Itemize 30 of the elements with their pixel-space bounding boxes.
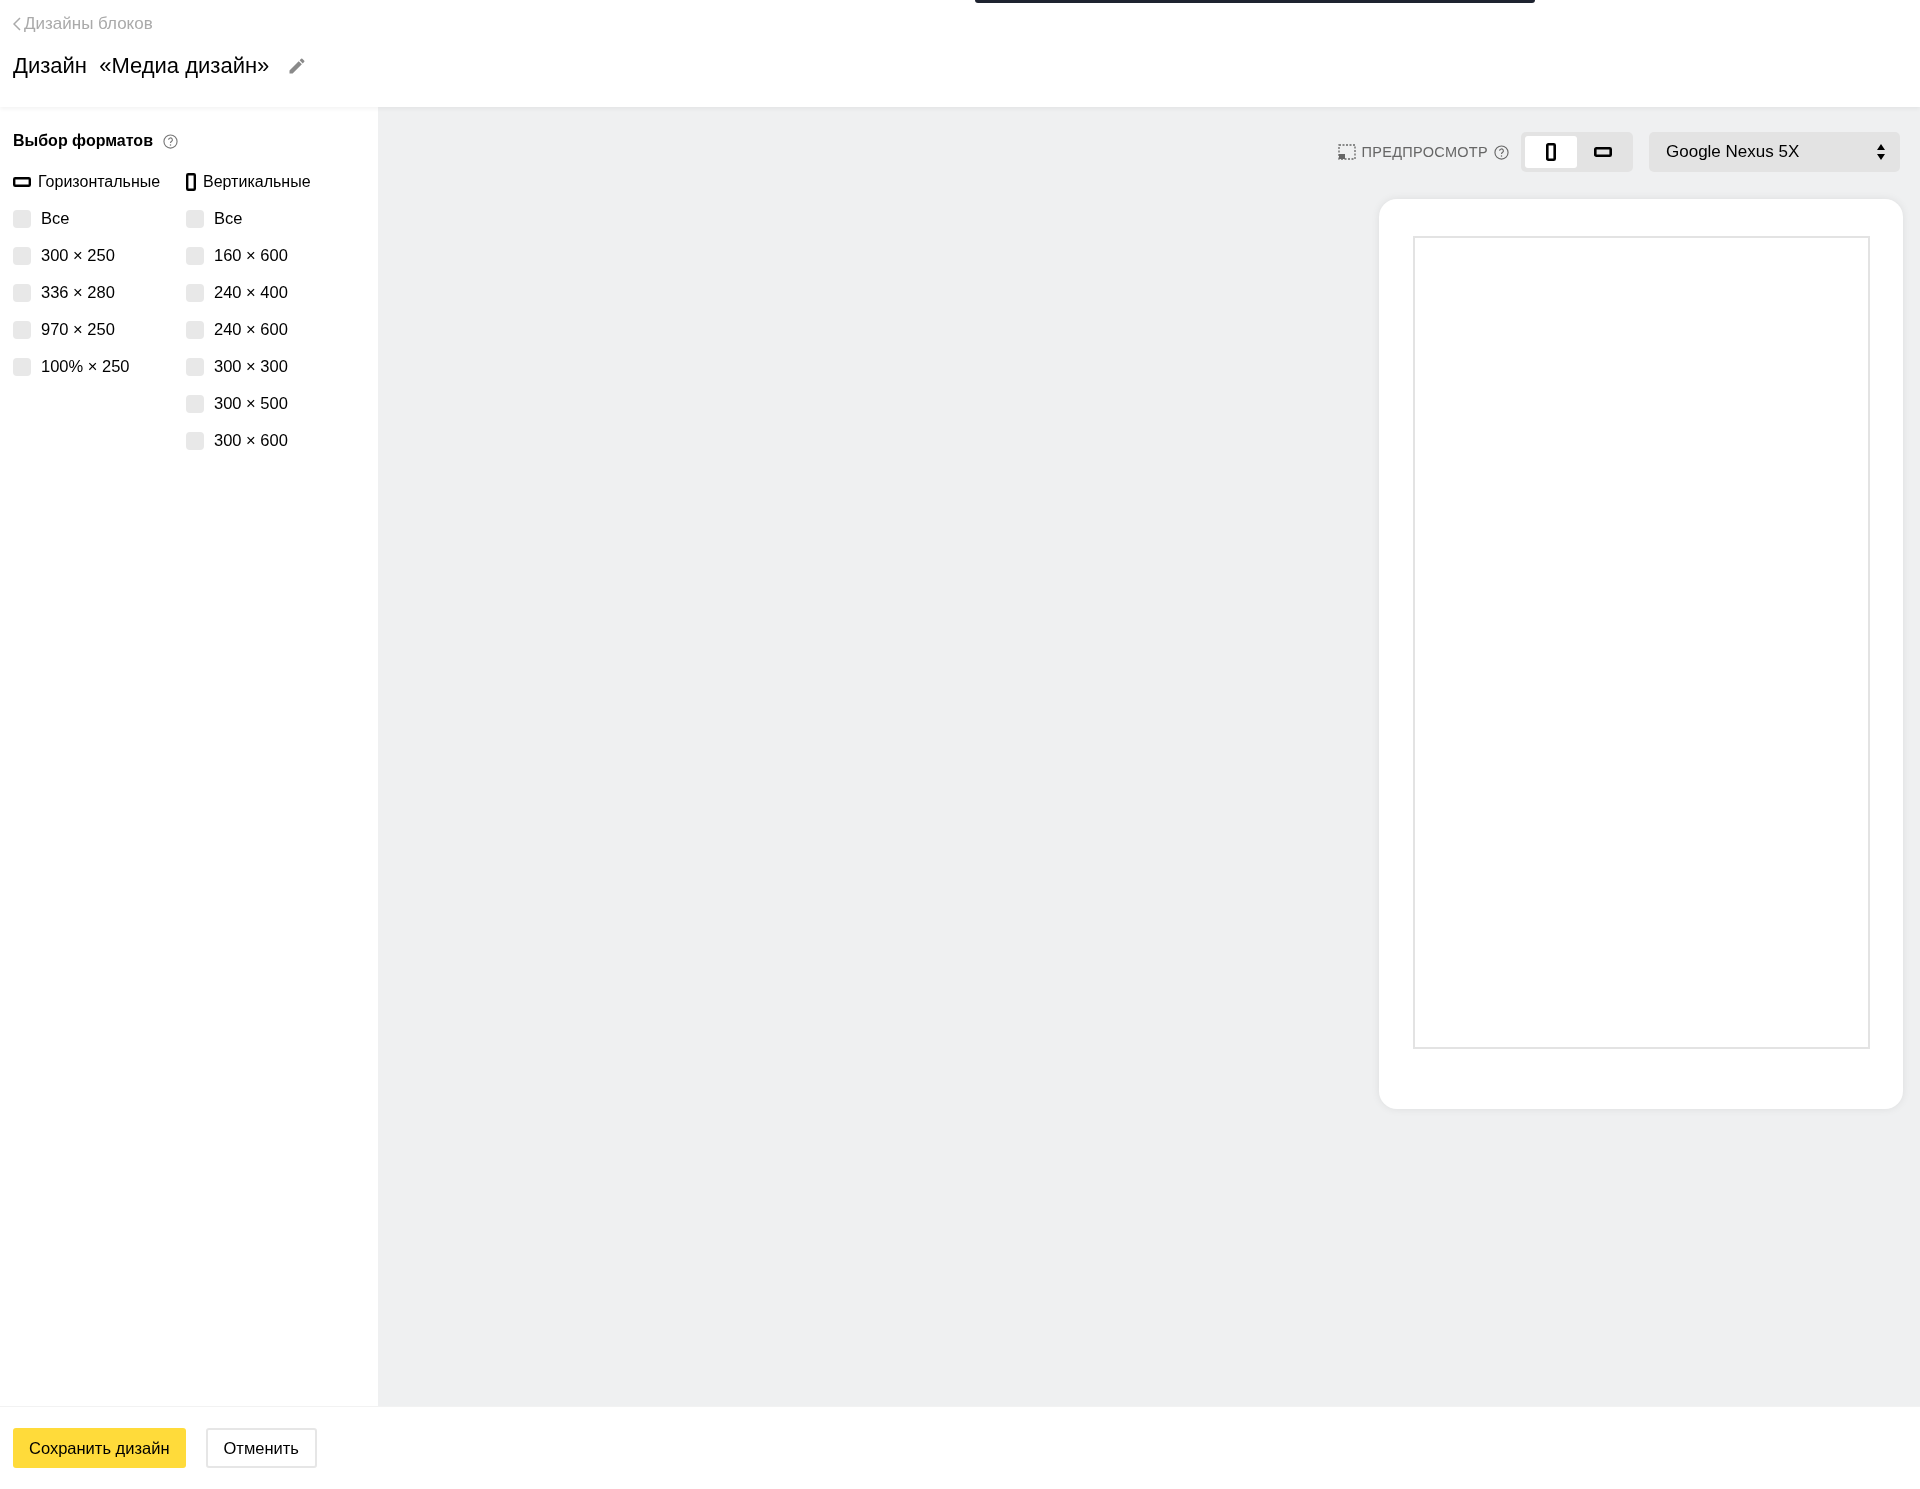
cancel-button[interactable]: Отменить (205, 1428, 317, 1468)
checkbox-label: 300 × 300 (214, 357, 288, 376)
landscape-rect-icon (13, 177, 31, 187)
checkbox-label: 970 × 250 (41, 320, 115, 339)
checkbox-label: 160 × 600 (214, 246, 288, 265)
portrait-rect-icon (1546, 143, 1556, 161)
help-icon[interactable] (163, 133, 178, 149)
checkbox-label: 300 × 600 (214, 431, 288, 450)
help-icon[interactable] (1494, 144, 1509, 160)
portrait-rect-icon (186, 173, 196, 191)
checkbox-label: 336 × 280 (41, 283, 115, 302)
checkbox-label: 240 × 600 (214, 320, 288, 339)
checkbox-label: 300 × 500 (214, 394, 288, 413)
save-button[interactable]: Сохранить дизайн (13, 1428, 186, 1468)
checkbox-label: Все (41, 209, 70, 228)
landscape-rect-icon (1594, 147, 1612, 157)
sort-arrows-icon (1876, 143, 1886, 161)
checkbox-label: Все (214, 209, 243, 228)
page-title: Дизайн «Медиа дизайн» (13, 53, 270, 79)
chevron-left-icon (13, 17, 21, 31)
device-select[interactable]: Google Nexus 5X (1649, 132, 1900, 172)
checkbox-label: 240 × 400 (214, 283, 288, 302)
section-title: Выбор форматов (13, 132, 153, 150)
portrait-button[interactable] (1525, 136, 1577, 168)
preview-frame-icon (1337, 144, 1356, 160)
checkbox-label: 100% × 250 (41, 357, 130, 376)
checkbox-label: 300 × 250 (41, 246, 115, 265)
column-heading: Вертикальные (203, 173, 311, 191)
preview-label: ПРЕДПРОСМОТР (1361, 144, 1488, 160)
column-heading: Горизонтальные (38, 173, 161, 191)
